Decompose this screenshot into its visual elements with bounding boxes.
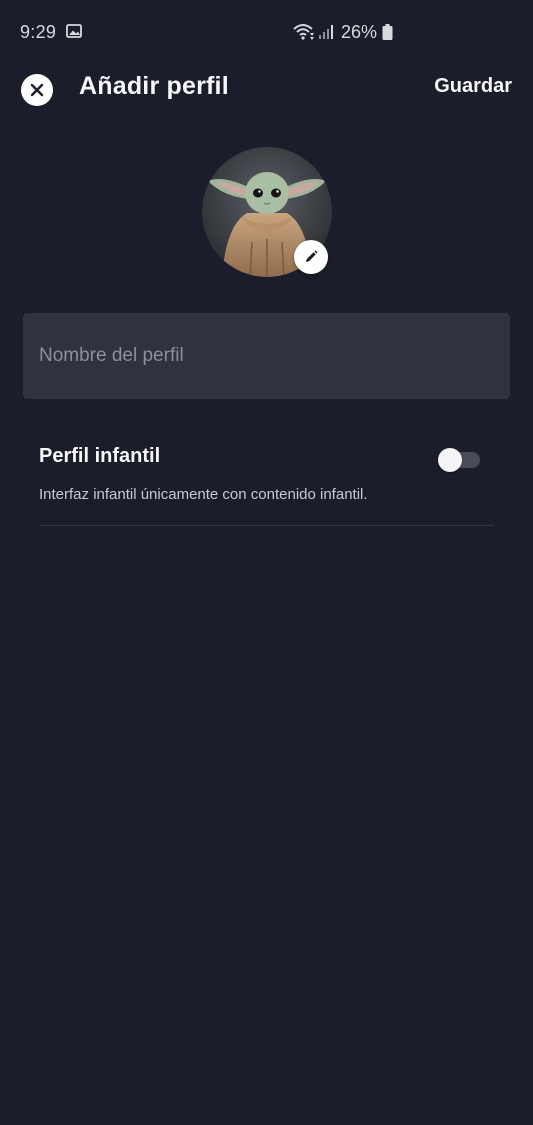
signal-icon: [319, 25, 333, 39]
battery-percent: 26%: [341, 22, 378, 42]
kids-profile-toggle[interactable]: [438, 448, 480, 472]
add-profile-screen: 9:29 26% Añadir perfil Guardar Nombre de…: [0, 0, 533, 1125]
save-button[interactable]: Guardar: [434, 75, 512, 98]
page-title: Añadir perfil: [79, 72, 229, 100]
kids-profile-title: Perfil infantil: [39, 445, 161, 467]
profile-name-field[interactable]: [23, 313, 510, 399]
battery-icon: [382, 24, 393, 40]
status-time: 9:29: [20, 22, 57, 42]
divider: [39, 525, 494, 526]
pencil-icon: [306, 250, 318, 262]
status-bar: 9:29 26%: [0, 0, 533, 66]
kids-profile-description: Interfaz infantil únicamente con conteni…: [39, 486, 368, 503]
toggle-thumb: [438, 448, 462, 472]
close-icon: [30, 83, 44, 97]
close-button[interactable]: [21, 74, 53, 106]
profile-name-input[interactable]: [23, 313, 510, 399]
gallery-icon: [66, 24, 82, 38]
wifi-icon: [293, 24, 314, 40]
edit-avatar-button[interactable]: [294, 240, 328, 274]
